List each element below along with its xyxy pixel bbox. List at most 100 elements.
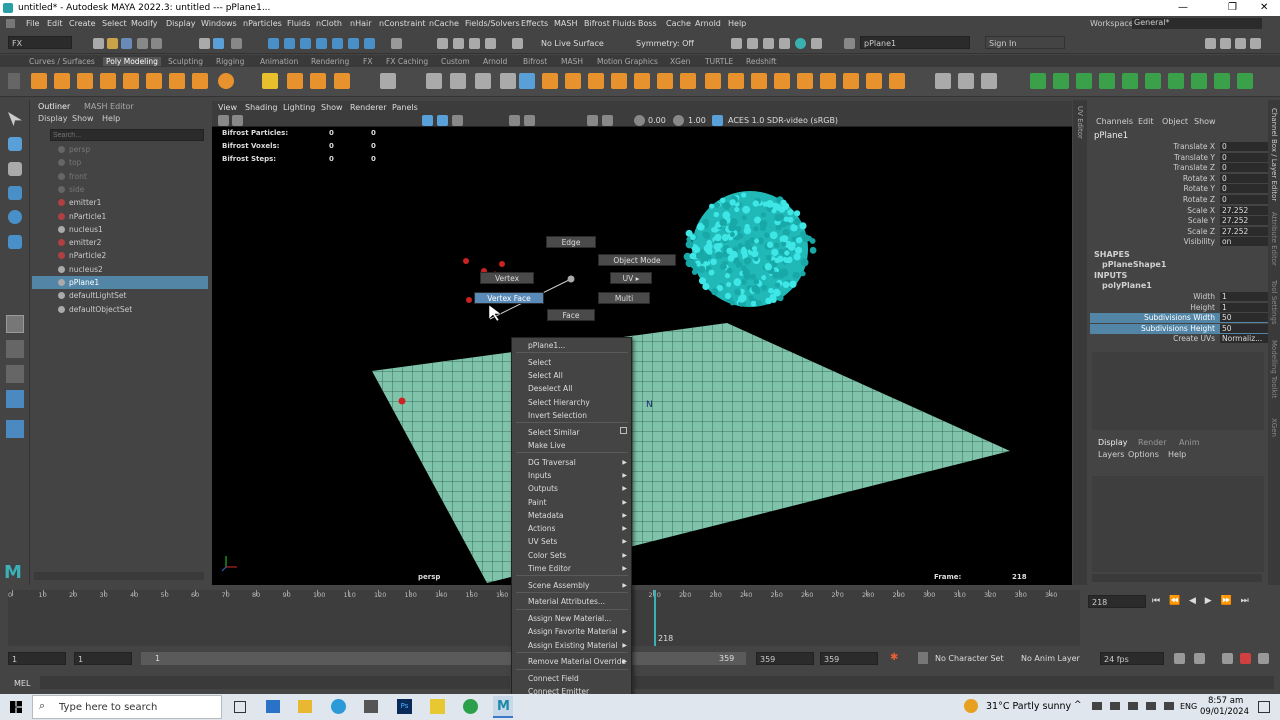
svg-icon[interactable]: [334, 73, 350, 89]
shelf-tab-sculpting[interactable]: Sculpting: [168, 57, 203, 66]
cb-input-row[interactable]: Width 1: [1090, 292, 1268, 302]
menu-modify[interactable]: Modify: [131, 19, 158, 28]
outliner-menu-show[interactable]: Show: [72, 114, 94, 123]
outliner-menu-display[interactable]: Display: [38, 114, 68, 123]
target-weld-icon[interactable]: [751, 73, 767, 89]
channel-box-icon[interactable]: [1250, 38, 1261, 49]
shelf-tab-custom[interactable]: Custom: [441, 57, 470, 66]
menu-file[interactable]: File: [26, 19, 39, 28]
menu-ncloth[interactable]: nCloth: [316, 19, 342, 28]
outliner-item-emitter2[interactable]: emitter2: [32, 236, 208, 249]
select-component-icon[interactable]: [231, 38, 242, 49]
cb-attr-value[interactable]: 0: [1220, 163, 1268, 173]
clock-date[interactable]: 09/01/2024: [1200, 707, 1249, 717]
cb-attr-row[interactable]: Scale Z 27.252: [1090, 226, 1268, 237]
context-menu-item-dg-traversal[interactable]: DG Traversal: [528, 458, 576, 467]
weather-text[interactable]: 31°C Partly sunny: [986, 701, 1071, 712]
shelf-tab-mash[interactable]: MASH: [561, 57, 583, 66]
menu-effects[interactable]: Effects: [521, 19, 548, 28]
mirror-icon[interactable]: [634, 73, 650, 89]
magnet-icon[interactable]: [485, 38, 496, 49]
wave-icon[interactable]: [1145, 73, 1161, 89]
shelf-tab-motion-graphics[interactable]: Motion Graphics: [597, 57, 658, 66]
layer-tab-display[interactable]: Display: [1098, 438, 1128, 447]
context-menu-item-uv-sets[interactable]: UV Sets: [528, 537, 557, 546]
poly-torus-icon[interactable]: [123, 73, 139, 89]
viewport-menu-panels[interactable]: Panels: [392, 103, 418, 112]
cb-input-name[interactable]: polyPlane1: [1102, 281, 1152, 290]
side-tab-tool-settings[interactable]: Tool Settings: [1270, 280, 1278, 325]
cb-attr-row[interactable]: Rotate Y 0: [1090, 184, 1268, 194]
context-menu-item-outputs[interactable]: Outputs: [528, 484, 558, 493]
symmetry-select[interactable]: Symmetry: Off: [636, 39, 694, 48]
viewport-menu-show[interactable]: Show: [321, 103, 343, 112]
shelf-tab-fx[interactable]: FX: [363, 57, 372, 66]
auto-key-icon[interactable]: ✱: [890, 652, 902, 664]
exposure-icon[interactable]: [634, 115, 645, 126]
cb-attr-value[interactable]: 0: [1220, 173, 1268, 183]
cb-attr-value[interactable]: 0: [1220, 152, 1268, 162]
outliner-scrollbar[interactable]: [34, 572, 204, 580]
pause-icon[interactable]: [811, 38, 822, 49]
mm-object-mode[interactable]: Object Mode: [598, 254, 676, 266]
cb-attr-row[interactable]: Scale X 27.252: [1090, 205, 1268, 216]
edge-browser-icon[interactable]: [331, 699, 346, 714]
viewport[interactable]: N: [212, 101, 1072, 585]
insert-edge-loop-icon[interactable]: [774, 73, 790, 89]
mel-input[interactable]: [40, 676, 510, 689]
lasso-tool-icon[interactable]: [8, 137, 22, 151]
cb-attr-value[interactable]: 0: [1220, 142, 1268, 151]
context-menu-item-select-hierarchy[interactable]: Select Hierarchy: [528, 398, 590, 407]
anim-end-field[interactable]: 359: [820, 652, 878, 665]
cb-attr-row[interactable]: Rotate Z 0: [1090, 195, 1268, 205]
outliner-item-nparticle1[interactable]: nParticle1: [32, 210, 208, 223]
outliner-item-defaultobjectset[interactable]: defaultObjectSet: [32, 303, 208, 316]
snap-curve-icon[interactable]: [284, 38, 295, 49]
snap-surface-icon[interactable]: [332, 38, 343, 49]
menu-nconstraint[interactable]: nConstraint: [379, 19, 426, 28]
cb-attr-value[interactable]: 27.252: [1220, 216, 1268, 226]
shelf-tab-fx-caching[interactable]: FX Caching: [386, 57, 428, 66]
outliner-item-front[interactable]: front: [32, 170, 208, 183]
taskbar-search[interactable]: ⌕ Type here to search: [32, 695, 222, 719]
side-tab-channel-box[interactable]: Channel Box / Layer Editor: [1270, 108, 1278, 201]
text-tool-icon[interactable]: [310, 73, 326, 89]
exposure-field[interactable]: 0.00: [648, 116, 666, 125]
colorspace-select[interactable]: ACES 1.0 SDR-video (sRGB): [728, 116, 838, 125]
ipr-render-icon[interactable]: [763, 38, 774, 49]
shelf-tab-arnold[interactable]: Arnold: [483, 57, 507, 66]
outliner-item-nucleus1[interactable]: nucleus1: [32, 223, 208, 236]
outliner-item-persp[interactable]: persp: [32, 143, 208, 156]
open-scene-icon[interactable]: [107, 38, 118, 49]
uv-editor-icon[interactable]: [981, 73, 997, 89]
minimize-icon[interactable]: —: [1178, 2, 1188, 13]
cb-input-value[interactable]: 50: [1220, 323, 1268, 333]
context-menu-item-select[interactable]: Select: [528, 358, 551, 367]
redo-icon[interactable]: [151, 38, 162, 49]
home-icon[interactable]: [6, 19, 15, 28]
lattice-icon[interactable]: [1053, 73, 1069, 89]
mail-icon[interactable]: [266, 700, 280, 713]
shelf-tab-bifrost[interactable]: Bifrost: [523, 57, 547, 66]
tray-chevron-icon[interactable]: ^: [1074, 700, 1082, 710]
outliner-menu-help[interactable]: Help: [102, 114, 120, 123]
poly-cylinder-icon[interactable]: [77, 73, 93, 89]
menu-cache[interactable]: Cache: [666, 19, 691, 28]
wire-icon[interactable]: [1237, 73, 1253, 89]
context-menu-item-inputs[interactable]: Inputs: [528, 471, 551, 480]
context-menu-item-deselect-all[interactable]: Deselect All: [528, 384, 572, 393]
new-scene-icon[interactable]: [93, 38, 104, 49]
language-indicator[interactable]: ENG: [1180, 702, 1197, 711]
modeling-toolkit-icon[interactable]: [1205, 38, 1216, 49]
network-icon[interactable]: [1092, 702, 1102, 710]
shelf-menu-icon[interactable]: [8, 73, 20, 89]
menu-help[interactable]: Help: [728, 19, 746, 28]
context-menu-item-invert-selection[interactable]: Invert Selection: [528, 411, 587, 420]
menu-display[interactable]: Display: [166, 19, 196, 28]
layer-scrollbar[interactable]: [1092, 574, 1262, 582]
cb-object-name[interactable]: pPlane1: [1094, 131, 1128, 141]
move-tool-icon[interactable]: [8, 186, 22, 200]
soft-mod-icon[interactable]: [1030, 73, 1046, 89]
menu-windows[interactable]: Windows: [201, 19, 237, 28]
render-sequence-icon[interactable]: [747, 38, 758, 49]
